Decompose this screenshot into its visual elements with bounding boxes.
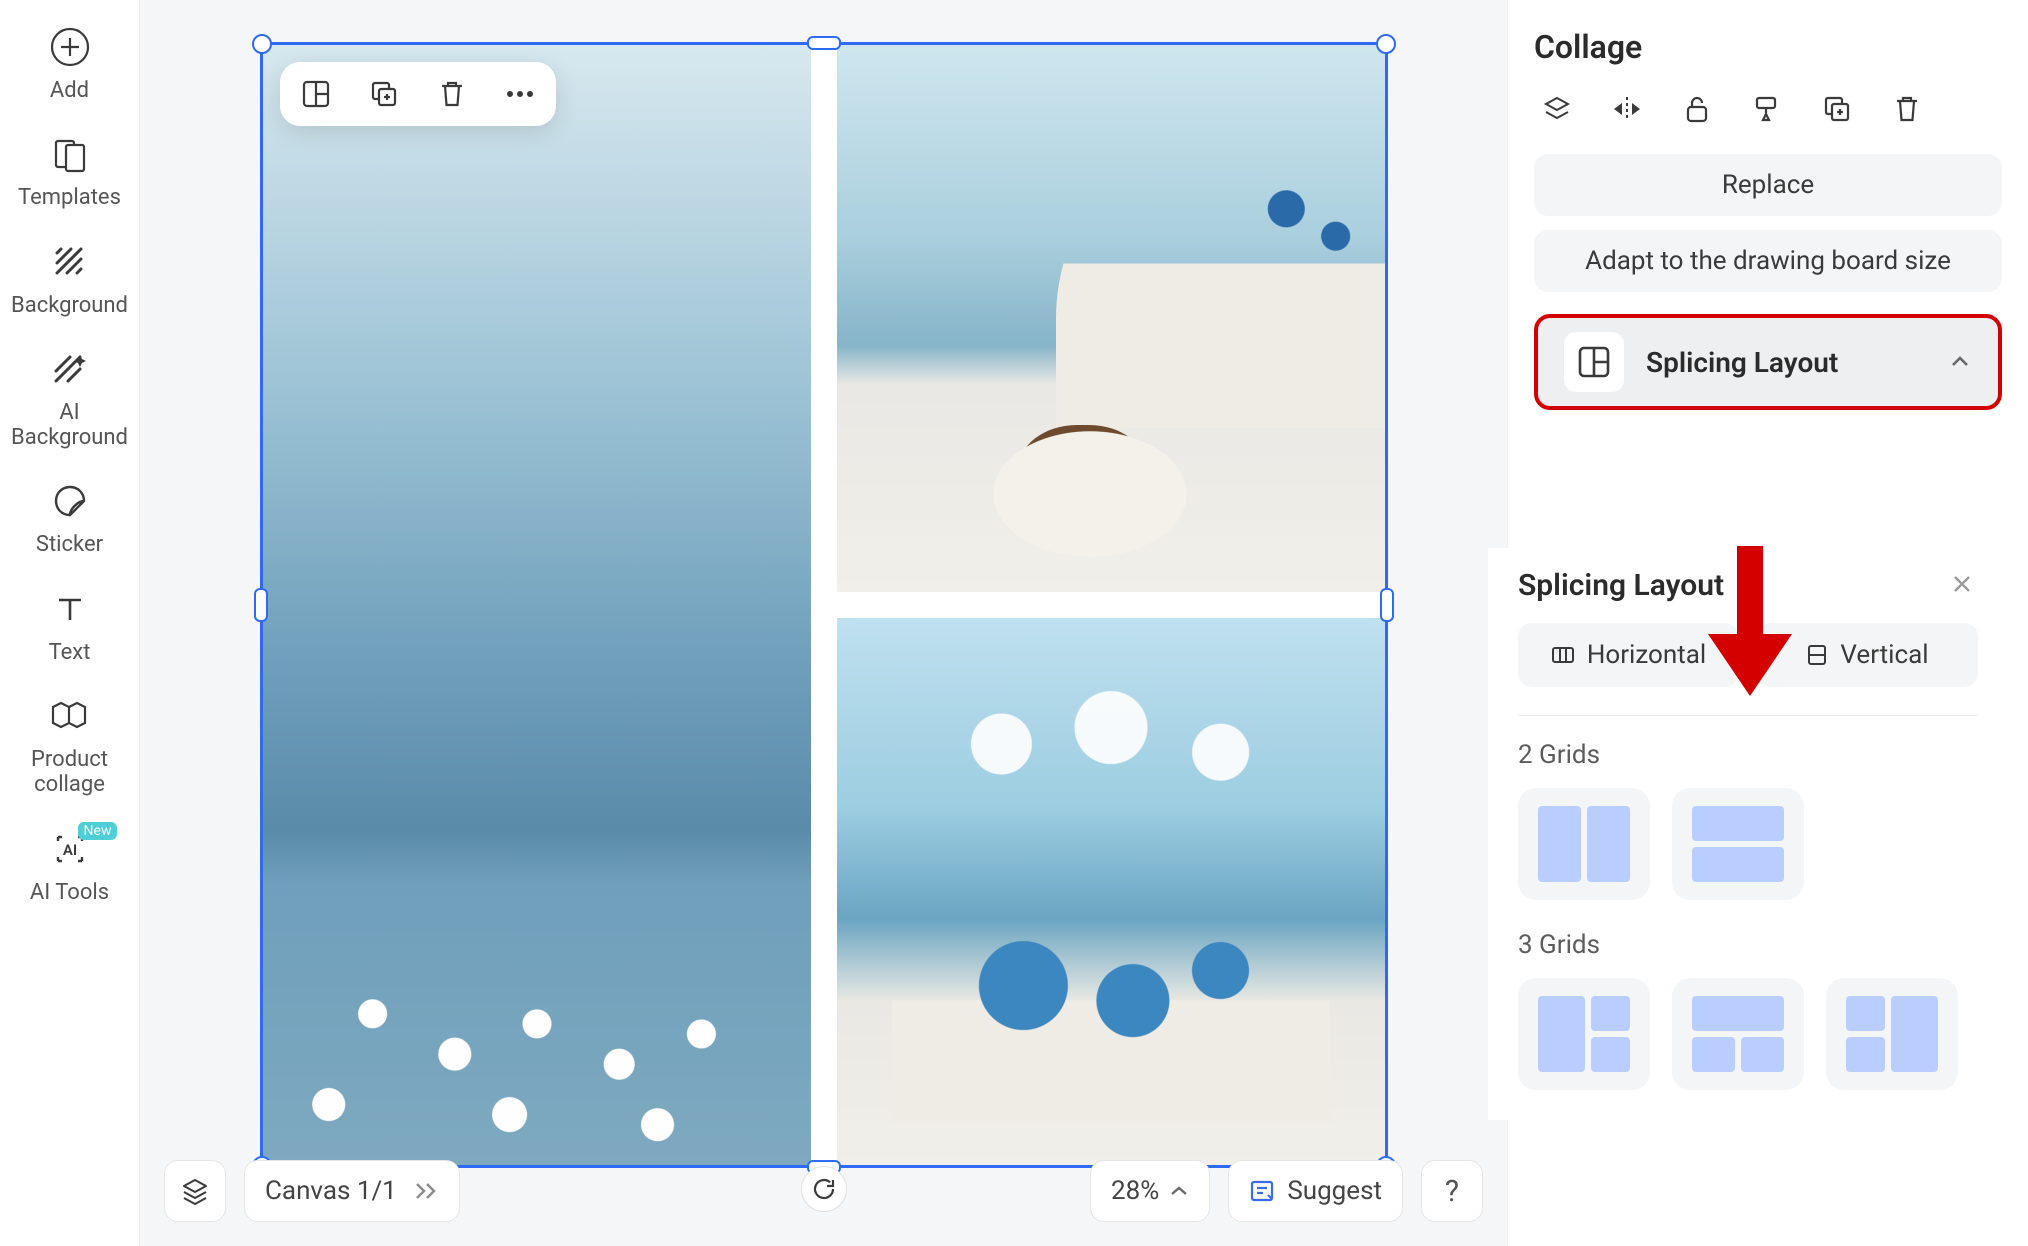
sidebar-item-templates[interactable]: Templates: [10, 125, 130, 216]
canvas-label: Canvas 1/1: [265, 1176, 397, 1206]
splicing-panel-title: Splicing Layout: [1518, 568, 1950, 603]
layout-tile-2v[interactable]: [1518, 788, 1650, 900]
sidebar-item-label: AI Tools: [30, 880, 109, 905]
text-icon: [49, 588, 91, 630]
more-icon[interactable]: [498, 72, 542, 116]
templates-icon: [49, 133, 91, 175]
seg-horizontal-label: Horizontal: [1587, 640, 1706, 670]
adapt-button[interactable]: Adapt to the drawing board size: [1534, 230, 2002, 292]
bottom-bar: Canvas 1/1 28% Suggest ?: [164, 1160, 1483, 1222]
help-label: ?: [1445, 1174, 1459, 1209]
collage-grid: [263, 45, 1385, 1165]
suggest-icon: [1249, 1178, 1275, 1204]
seg-vertical[interactable]: Vertical: [1757, 623, 1978, 687]
layers-icon[interactable]: [1540, 92, 1574, 126]
collage-cell-2[interactable]: [837, 45, 1385, 592]
seg-vertical-label: Vertical: [1840, 640, 1928, 670]
plus-circle-icon: [49, 26, 91, 68]
layout-tile-3a[interactable]: [1518, 978, 1650, 1090]
group-3-label: 3 Grids: [1518, 930, 1978, 960]
resize-edge-left[interactable]: [254, 588, 268, 622]
suggest-button[interactable]: Suggest: [1228, 1160, 1403, 1222]
layout-tile-3b[interactable]: [1672, 978, 1804, 1090]
selection-toolbar: [280, 62, 556, 126]
chevron-up-icon: [1948, 350, 1972, 374]
sidebar-item-background[interactable]: Background: [10, 233, 130, 324]
panel-actions: [1534, 92, 2002, 126]
format-painter-icon[interactable]: [1750, 92, 1784, 126]
help-button[interactable]: ?: [1421, 1160, 1483, 1222]
zoom-control[interactable]: 28%: [1090, 1160, 1210, 1222]
sidebar-item-add[interactable]: Add: [10, 18, 130, 109]
sidebar-item-ai-background[interactable]: AI Background: [10, 340, 130, 457]
sidebar-item-label: Background: [11, 293, 128, 318]
splicing-layout-panel: Splicing Layout Horizontal Vertical 2 Gr…: [1488, 548, 2008, 1120]
collage-cell-1[interactable]: [263, 45, 811, 1165]
refresh-button[interactable]: [801, 1166, 847, 1212]
resize-handle-tl[interactable]: [252, 34, 272, 54]
sidebar-item-label: Sticker: [36, 532, 103, 557]
layout-tile-3c[interactable]: [1826, 978, 1958, 1090]
delete-icon[interactable]: [430, 72, 474, 116]
duplicate-icon[interactable]: [362, 72, 406, 116]
new-badge: New: [78, 822, 118, 840]
copy-icon[interactable]: [1820, 92, 1854, 126]
chevron-up-icon: [1169, 1184, 1189, 1198]
left-sidebar: Add Templates Background AI Background: [0, 0, 140, 1246]
unlock-icon[interactable]: [1680, 92, 1714, 126]
group-2-label: 2 Grids: [1518, 740, 1978, 770]
flip-icon[interactable]: [1610, 92, 1644, 126]
background-icon: [49, 241, 91, 283]
replace-label: Replace: [1722, 170, 1814, 200]
seg-horizontal[interactable]: Horizontal: [1518, 623, 1739, 687]
splicing-label: Splicing Layout: [1646, 346, 1926, 379]
layout-icon[interactable]: [294, 72, 338, 116]
sidebar-item-ai-tools[interactable]: New AI AI Tools: [10, 820, 130, 911]
adapt-label: Adapt to the drawing board size: [1585, 246, 1951, 276]
panel-title: Collage: [1534, 28, 2002, 66]
orientation-segment: Horizontal Vertical: [1518, 623, 1978, 687]
zoom-value: 28%: [1111, 1176, 1159, 1206]
svg-text:AI: AI: [62, 841, 76, 859]
sidebar-item-label: AI Background: [10, 400, 130, 451]
sticker-icon: [49, 480, 91, 522]
product-collage-icon: [49, 695, 91, 737]
ai-background-icon: [49, 348, 91, 390]
sidebar-item-text[interactable]: Text: [10, 580, 130, 671]
collage-selection[interactable]: [260, 42, 1388, 1168]
resize-edge-top[interactable]: [807, 36, 841, 50]
horizontal-icon: [1551, 645, 1575, 665]
resize-edge-right[interactable]: [1380, 588, 1394, 622]
replace-button[interactable]: Replace: [1534, 154, 2002, 216]
vertical-icon: [1806, 644, 1828, 666]
layers-button[interactable]: [164, 1160, 226, 1222]
trash-icon[interactable]: [1890, 92, 1924, 126]
suggest-label: Suggest: [1287, 1176, 1382, 1206]
canvas-pager[interactable]: Canvas 1/1: [244, 1160, 460, 1222]
layout-icon: [1564, 332, 1624, 392]
collage-cell-3[interactable]: [837, 618, 1385, 1165]
sidebar-item-label: Product collage: [10, 747, 130, 798]
close-icon[interactable]: [1950, 572, 1978, 600]
sidebar-item-sticker[interactable]: Sticker: [10, 472, 130, 563]
sidebar-item-label: Templates: [18, 185, 121, 210]
layout-tile-2h[interactable]: [1672, 788, 1804, 900]
canvas-area: Canvas 1/1 28% Suggest ?: [140, 0, 1508, 1246]
sidebar-item-label: Text: [49, 640, 91, 665]
resize-handle-tr[interactable]: [1376, 34, 1396, 54]
sidebar-item-label: Add: [50, 78, 89, 103]
sidebar-item-product-collage[interactable]: Product collage: [10, 687, 130, 804]
chevrons-right-icon: [413, 1181, 439, 1201]
splicing-layout-toggle[interactable]: Splicing Layout: [1534, 314, 2002, 410]
